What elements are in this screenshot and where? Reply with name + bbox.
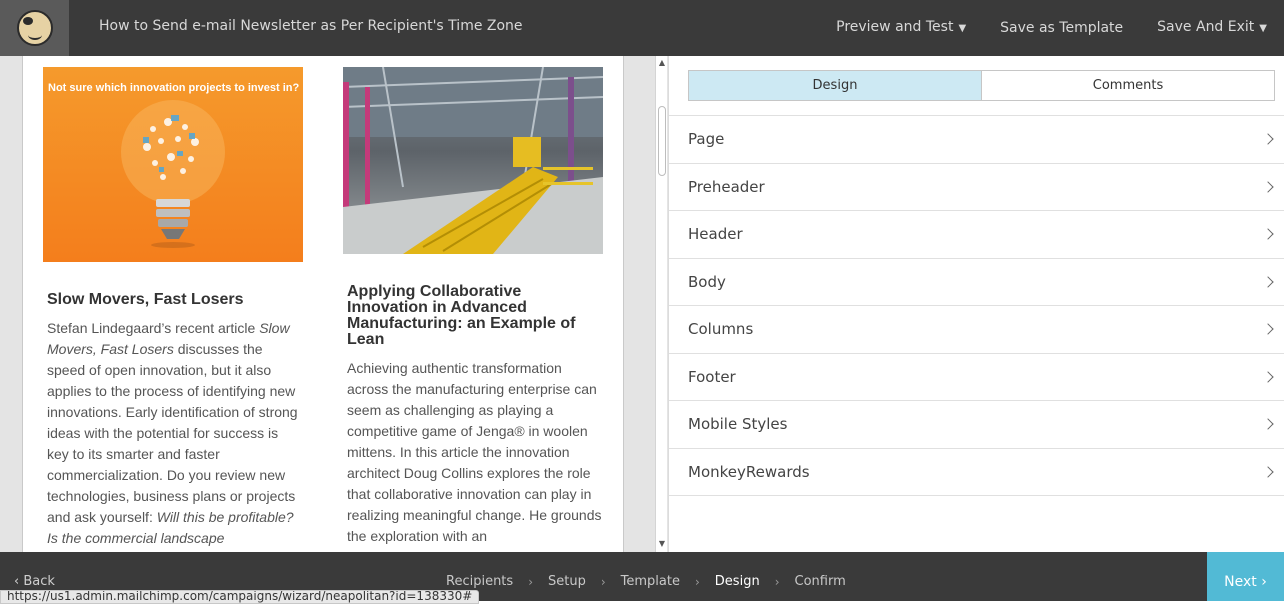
chevron-right-icon <box>1262 418 1274 430</box>
mailchimp-logo-button[interactable] <box>0 0 69 56</box>
chevron-right-icon <box>1262 323 1274 335</box>
section-item-label: Header <box>688 225 743 244</box>
section-item-label: Columns <box>688 320 754 339</box>
scroll-up-icon[interactable]: ▲ <box>657 58 667 68</box>
email-canvas[interactable]: Not sure which innovation projects to in… <box>22 56 624 552</box>
chevron-right-icon <box>1262 228 1274 240</box>
back-label: Back <box>23 574 55 589</box>
tab-comments[interactable]: Comments <box>981 71 1274 100</box>
save-as-template-label: Save as Template <box>1000 20 1124 36</box>
top-bar: How to Send e-mail Newsletter as Per Rec… <box>0 0 1284 56</box>
section-item-mobile-styles[interactable]: Mobile Styles <box>669 401 1284 449</box>
section-item-header[interactable]: Header <box>669 211 1284 259</box>
chevron-right-icon: › <box>600 575 606 589</box>
step-setup[interactable]: Setup <box>548 552 586 612</box>
preview-scrollbar[interactable]: ▲ ▼ <box>655 56 667 552</box>
section-item-preheader[interactable]: Preheader <box>669 164 1284 211</box>
chevron-right-icon: › <box>774 575 780 589</box>
post-title-left: Slow Movers, Fast Losers <box>47 291 244 308</box>
preview-and-test-button[interactable]: Preview and Test ▼ <box>819 1 983 55</box>
chevron-right-icon <box>1262 133 1274 145</box>
step-design[interactable]: Design <box>715 552 760 612</box>
campaign-title: How to Send e-mail Newsletter as Per Rec… <box>99 18 523 34</box>
tab-design[interactable]: Design <box>689 71 981 100</box>
chevron-left-icon: ‹ <box>14 574 20 589</box>
design-panel: Design Comments Page Preheader Header Bo… <box>668 56 1284 552</box>
post-body-left: Stefan Lindegaard’s recent article Slow … <box>47 318 303 549</box>
factory-illustration <box>343 67 603 254</box>
lightbulb-illustration <box>121 100 225 248</box>
next-button[interactable]: Next › <box>1207 552 1284 601</box>
section-item-body[interactable]: Body <box>669 259 1284 306</box>
save-and-exit-button[interactable]: Save And Exit ▼ <box>1140 1 1284 55</box>
factory-image[interactable] <box>343 67 603 254</box>
post-title-right: Applying Collaborative Innovation in Adv… <box>347 283 576 348</box>
scrollbar-thumb[interactable] <box>658 106 666 176</box>
section-item-label: Mobile Styles <box>688 415 788 434</box>
chevron-right-icon: › <box>694 575 700 589</box>
post-body-left-intro: Stefan Lindegaard’s recent article <box>47 320 260 336</box>
preview-and-test-label: Preview and Test <box>836 19 954 35</box>
section-item-footer[interactable]: Footer <box>669 354 1284 401</box>
section-item-label: Footer <box>688 367 736 386</box>
chevron-right-icon <box>1262 276 1274 288</box>
lightbulb-image[interactable]: Not sure which innovation projects to in… <box>43 67 303 262</box>
section-item-label: Preheader <box>688 177 765 196</box>
step-confirm[interactable]: Confirm <box>795 552 846 612</box>
wizard-steps: Recipients › Setup › Template › Design ›… <box>446 552 846 612</box>
save-as-template-button[interactable]: Save as Template <box>983 2 1140 54</box>
next-label: Next <box>1224 574 1257 590</box>
chevron-down-icon: ▼ <box>1259 23 1267 34</box>
chevron-right-icon: › <box>1261 574 1267 590</box>
image-caption: Not sure which innovation projects to in… <box>48 82 300 94</box>
section-item-label: MonkeyRewards <box>688 462 810 481</box>
browser-status-url: https://us1.admin.mailchimp.com/campaign… <box>0 590 480 604</box>
step-template[interactable]: Template <box>621 552 680 612</box>
post-body-left-mid: discusses the speed of open innovation, … <box>47 341 298 525</box>
scroll-down-icon[interactable]: ▼ <box>657 539 667 549</box>
section-item-page[interactable]: Page <box>669 116 1284 164</box>
chevron-right-icon <box>1262 371 1274 383</box>
save-and-exit-label: Save And Exit <box>1157 19 1255 35</box>
section-item-columns[interactable]: Columns <box>669 306 1284 354</box>
section-item-label: Body <box>688 272 726 291</box>
panel-tabs: Design Comments <box>688 70 1275 101</box>
chevron-right-icon <box>1262 181 1274 193</box>
post-body-right: Achieving authentic transformation acros… <box>347 360 602 544</box>
top-actions: Preview and Test ▼ Save as Template Save … <box>819 0 1284 56</box>
chevron-right-icon <box>1262 466 1274 478</box>
section-item-monkeyrewards[interactable]: MonkeyRewards <box>669 449 1284 496</box>
chevron-down-icon: ▼ <box>958 23 967 34</box>
email-preview-area: Not sure which innovation projects to in… <box>0 56 668 552</box>
section-item-label: Page <box>688 130 725 149</box>
monkey-logo-icon <box>16 10 53 46</box>
chevron-right-icon: › <box>528 575 533 589</box>
style-section-list: Page Preheader Header Body Columns Foote… <box>669 115 1284 496</box>
